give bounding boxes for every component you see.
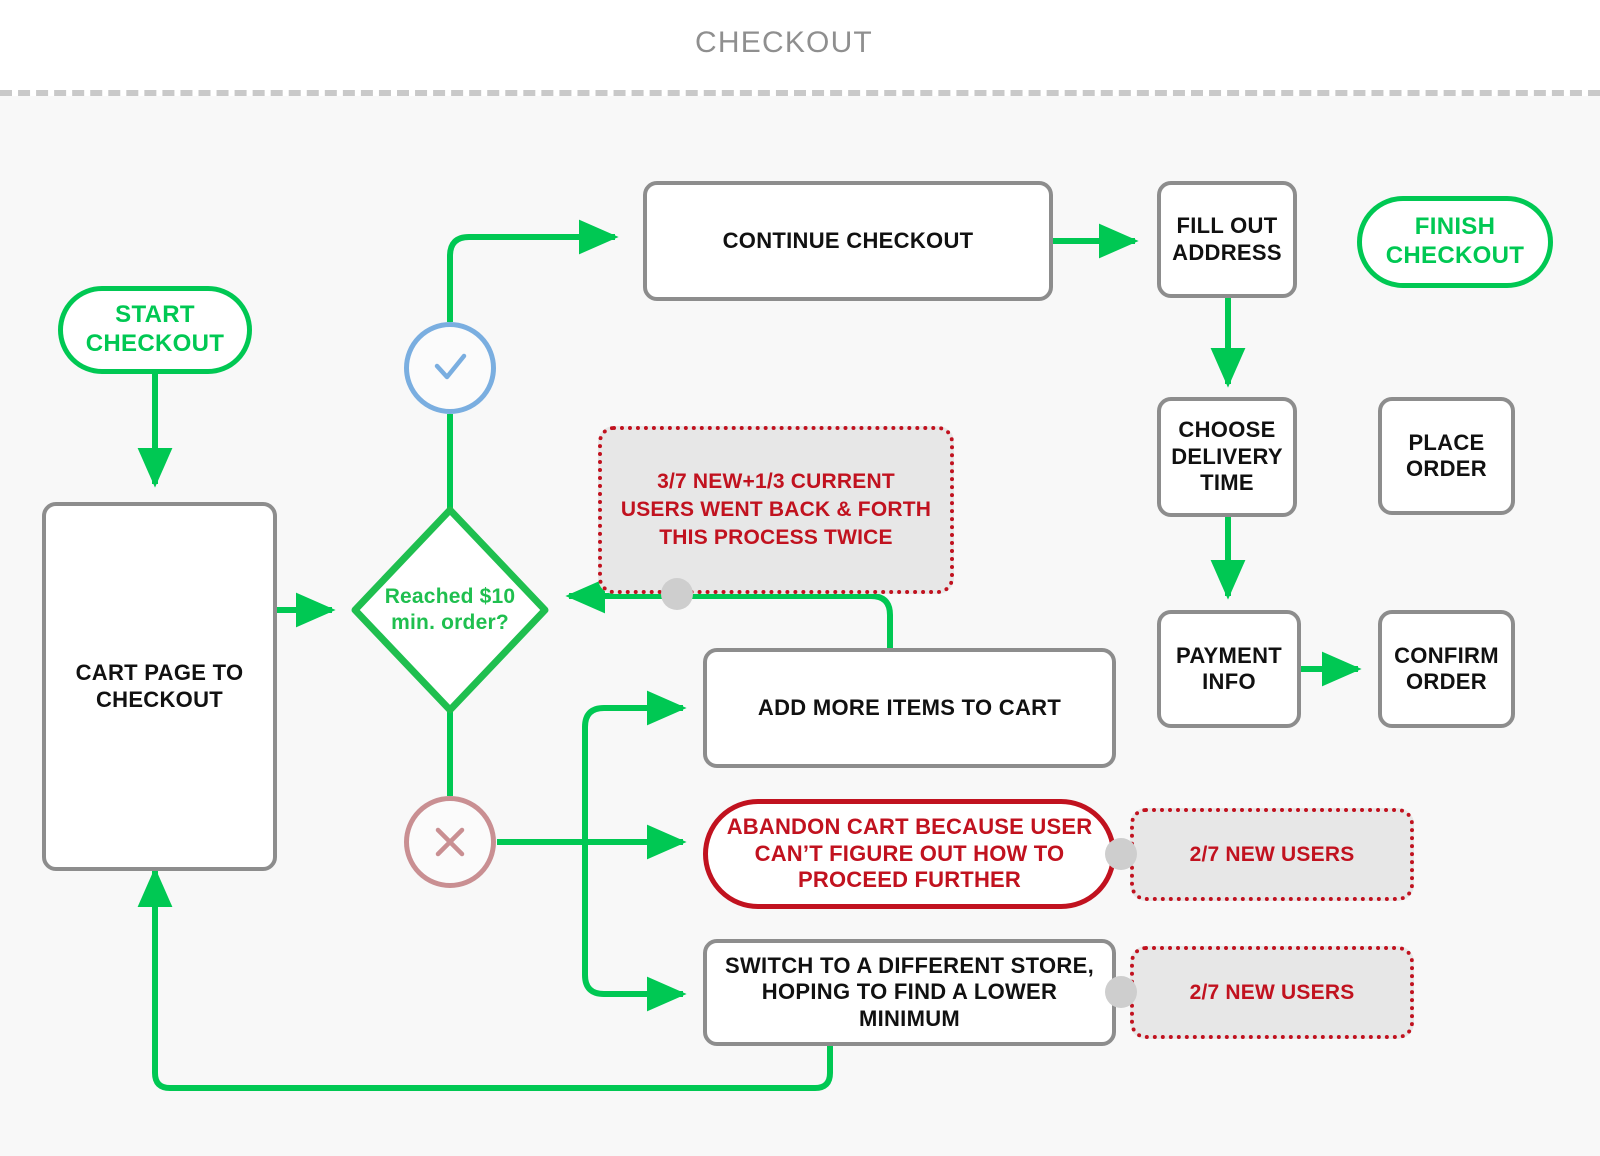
annotation-anchor-dot-back-and-forth — [661, 578, 693, 610]
node-choose-delivery-time-label: CHOOSE DELIVERY TIME — [1171, 417, 1283, 496]
node-abandon-cart-label: ABANDON CART BECAUSE USER CAN’T FIGURE O… — [726, 814, 1093, 893]
node-fill-out-address-label: FILL OUT ADDRESS — [1172, 213, 1282, 265]
node-continue-checkout[interactable]: CONTINUE CHECKOUT — [643, 181, 1053, 301]
node-start-checkout[interactable]: START CHECKOUT — [58, 286, 252, 374]
node-cart-page-label: CART PAGE TO CHECKOUT — [75, 660, 244, 712]
node-start-checkout-label: START CHECKOUT — [85, 301, 225, 357]
edge-yes-to-continue — [447, 219, 619, 322]
node-finish-checkout[interactable]: FINISH CHECKOUT — [1357, 196, 1553, 288]
node-add-more-items-label: ADD MORE ITEMS TO CART — [757, 694, 1062, 720]
edge-no-to-switch-store — [582, 842, 687, 1012]
node-place-order[interactable]: PLACE ORDER — [1378, 397, 1515, 515]
node-decision-min-order[interactable]: Reached $10 min. order? — [350, 505, 550, 715]
node-cart-page-to-checkout[interactable]: CART PAGE TO CHECKOUT — [42, 502, 277, 871]
annotation-abandon-stat-text: 2/7 NEW USERS — [1189, 842, 1355, 866]
node-finish-checkout-label: FINISH CHECKOUT — [1385, 213, 1525, 269]
node-confirm-order-label: CONFIRM ORDER — [1394, 642, 1499, 694]
node-payment-info[interactable]: PAYMENT INFO — [1157, 610, 1301, 728]
gate-no-cross[interactable] — [404, 796, 496, 888]
annotation-switch-stat-text: 2/7 NEW USERS — [1189, 980, 1355, 1004]
flowchart-page: CHECKOUT START CHECKOUT CART PAGE TO CHE… — [0, 0, 1600, 1156]
node-continue-checkout-label: CONTINUE CHECKOUT — [722, 227, 974, 253]
x-icon — [435, 827, 465, 857]
edge-add-items-to-decision — [565, 578, 893, 648]
page-title: CHECKOUT — [695, 26, 873, 59]
node-abandon-cart[interactable]: ABANDON CART BECAUSE USER CAN’T FIGURE O… — [703, 799, 1116, 909]
node-switch-store[interactable]: SWITCH TO A DIFFERENT STORE, HOPING TO F… — [703, 939, 1116, 1046]
annotation-back-and-forth-text: 3/7 NEW+1/3 CURRENT USERS WENT BACK & FO… — [620, 470, 932, 549]
annotation-switch-stat: 2/7 NEW USERS — [1130, 946, 1414, 1039]
node-place-order-label: PLACE ORDER — [1406, 429, 1487, 481]
node-confirm-order[interactable]: CONFIRM ORDER — [1378, 610, 1515, 728]
node-add-more-items[interactable]: ADD MORE ITEMS TO CART — [703, 648, 1116, 768]
header: CHECKOUT — [0, 0, 1600, 90]
annotation-back-and-forth: 3/7 NEW+1/3 CURRENT USERS WENT BACK & FO… — [598, 426, 954, 594]
annotation-anchor-dot-switch — [1105, 976, 1137, 1008]
annotation-abandon-stat: 2/7 NEW USERS — [1130, 808, 1414, 901]
node-choose-delivery-time[interactable]: CHOOSE DELIVERY TIME — [1157, 397, 1297, 517]
node-decision-label: Reached $10 min. order? — [384, 584, 516, 634]
gate-yes-check[interactable] — [404, 322, 496, 414]
edge-no-to-add-items — [582, 690, 687, 842]
check-icon — [434, 353, 467, 380]
annotation-anchor-dot-abandon — [1105, 838, 1137, 870]
flowchart-canvas: START CHECKOUT CART PAGE TO CHECKOUT Rea… — [0, 96, 1600, 1156]
node-fill-out-address[interactable]: FILL OUT ADDRESS — [1157, 181, 1297, 298]
node-payment-info-label: PAYMENT INFO — [1175, 642, 1282, 694]
node-switch-store-label: SWITCH TO A DIFFERENT STORE, HOPING TO F… — [725, 952, 1094, 1031]
